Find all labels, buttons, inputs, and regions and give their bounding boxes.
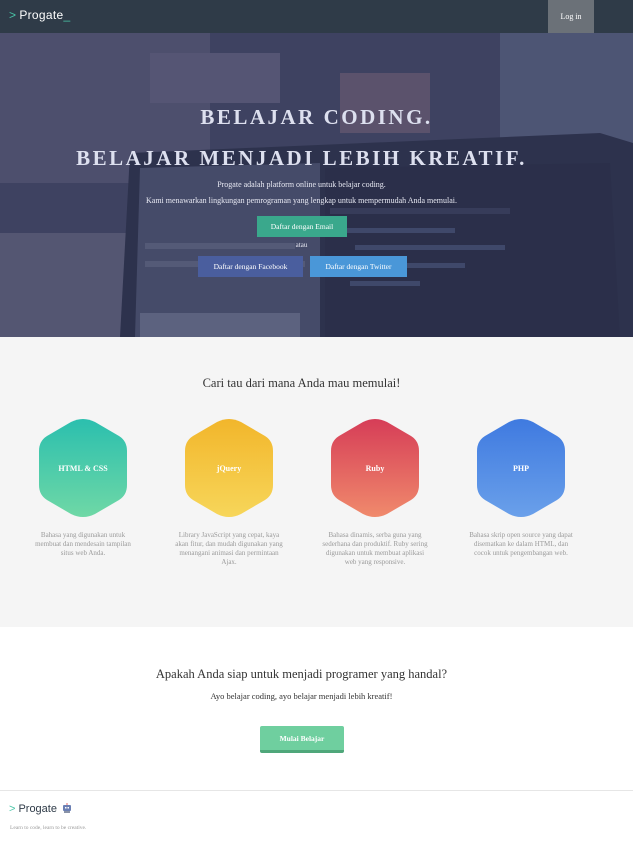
course-description: Bahasa dinamis, serba guna yang sederhan… <box>322 531 428 566</box>
courses-section: Cari tau dari mana Anda mau memulai! HTM… <box>0 337 633 627</box>
course-description: Bahasa skrip open source yang dapat dise… <box>469 531 573 557</box>
cta-section: Apakah Anda siap untuk menjadi programer… <box>0 627 633 791</box>
footer: > Progate Learn to code, learn to be crea… <box>0 791 633 841</box>
course-card-jquery[interactable]: jQuery Library JavaScript yang cepat, ka… <box>169 419 289 567</box>
logo-cursor: _ <box>63 8 71 22</box>
course-name: HTML & CSS <box>58 463 108 473</box>
course-card-ruby[interactable]: Ruby Bahasa dinamis, serba guna yang sed… <box>315 419 435 567</box>
course-description: Bahasa yang digunakan untuk membuat dan … <box>35 531 131 557</box>
cta-title: Apakah Anda siap untuk menjadi programer… <box>155 667 448 681</box>
ruby-hexagon-icon[interactable]: Ruby <box>331 419 419 517</box>
course-name: PHP <box>513 463 529 473</box>
signup-facebook-button[interactable]: Daftar dengan Facebook <box>198 256 303 277</box>
courses-title: Cari tau dari mana Anda mau memulai! <box>202 376 401 390</box>
cta-subtitle: Ayo belajar coding, ayo belajar menjadi … <box>210 691 393 701</box>
jquery-hexagon-icon[interactable]: jQuery <box>185 419 273 517</box>
hero-subtitle-line1: Progate adalah platform online untuk bel… <box>217 180 386 189</box>
logo-prompt-symbol: > <box>9 8 17 22</box>
or-separator: atau <box>295 241 308 249</box>
signup-twitter-button[interactable]: Daftar dengan Twitter <box>310 256 407 277</box>
footer-logo-prompt-symbol: > <box>9 803 16 815</box>
footer-progate-logo[interactable]: > Progate <box>9 803 72 815</box>
course-card-php[interactable]: PHP Bahasa skrip open source yang dapat … <box>461 419 581 558</box>
robot-mascot-icon <box>63 803 72 813</box>
logo-text: Progate <box>19 8 64 22</box>
course-name: jQuery <box>216 463 242 473</box>
hero-subtitle-line2: Kami menawarkan lingkungan pemrograman y… <box>145 196 458 205</box>
hero-section: BELAJAR CODING. BELAJAR MENJADI LEBIH KR… <box>0 33 633 337</box>
signup-email-button[interactable]: Daftar dengan Email <box>257 216 347 237</box>
php-hexagon-icon[interactable]: PHP <box>477 419 565 517</box>
login-button[interactable]: Log in <box>548 0 594 33</box>
hero-title-line2: BELAJAR MENJADI LEBIH KREATIF. <box>76 146 527 170</box>
course-description: Library JavaScript yang cepat, kaya akan… <box>175 531 283 566</box>
html-css-hexagon-icon[interactable]: HTML & CSS <box>39 419 127 517</box>
top-navbar: > Progate_ Log in <box>0 0 633 33</box>
start-learning-button[interactable]: Mulai Belajar <box>260 726 344 753</box>
footer-tagline: Learn to code, learn to be creative. <box>10 825 87 831</box>
progate-logo[interactable]: > Progate_ <box>9 8 73 22</box>
hero-title-line1: BELAJAR CODING. <box>200 105 433 129</box>
course-name: Ruby <box>365 463 385 473</box>
footer-logo-text: Progate <box>18 803 57 815</box>
course-card-html-css[interactable]: HTML & CSS Bahasa yang digunakan untuk m… <box>23 419 143 558</box>
